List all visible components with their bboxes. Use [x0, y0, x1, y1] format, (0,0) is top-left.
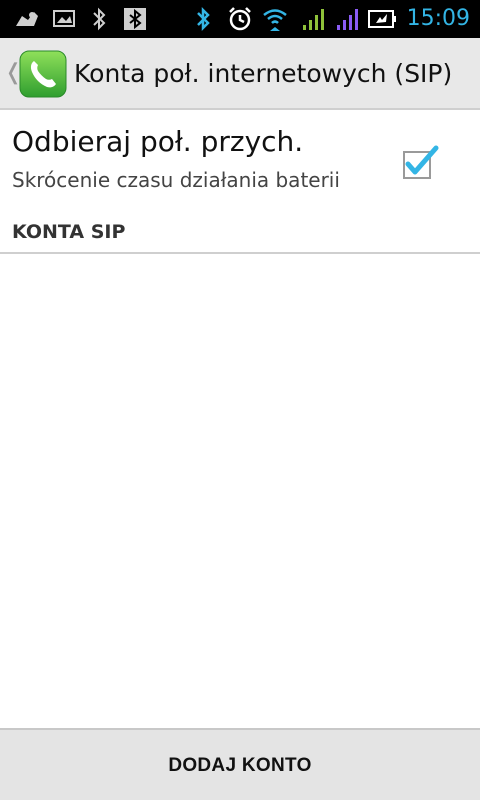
status-time: 15:09 [406, 6, 470, 31]
preference-title: Odbieraj poł. przych. [12, 125, 304, 158]
signal-green-icon [303, 9, 324, 30]
phone-icon[interactable] [19, 50, 67, 98]
section-header: KONTA SIP [12, 221, 126, 243]
bottom-bar: DODAJ KONTO [0, 728, 480, 800]
alarm-icon [229, 7, 251, 31]
sip-accounts-list [0, 254, 480, 728]
wifi-icon [263, 9, 287, 31]
debug-icon [16, 12, 38, 26]
preference-summary: Skrócenie czasu działania baterii [12, 168, 340, 192]
bluetooth-active-icon [197, 6, 210, 32]
receive-calls-checkbox[interactable] [396, 142, 442, 188]
image-icon [53, 10, 75, 27]
status-bar: 15:09 [0, 0, 480, 38]
bluetooth-icon [93, 7, 106, 31]
receive-calls-preference[interactable]: Odbieraj poł. przych. Skrócenie czasu dz… [0, 112, 480, 208]
bluetooth-box-icon [124, 8, 146, 30]
add-account-button[interactable]: DODAJ KONTO [0, 730, 480, 800]
page-title: Konta poł. internetowych (SIP) [74, 59, 453, 88]
action-bar: ❬ Konta poł. internetowych (SIP) [0, 38, 480, 110]
battery-icon [368, 10, 396, 28]
signal-purple-icon [337, 9, 358, 30]
